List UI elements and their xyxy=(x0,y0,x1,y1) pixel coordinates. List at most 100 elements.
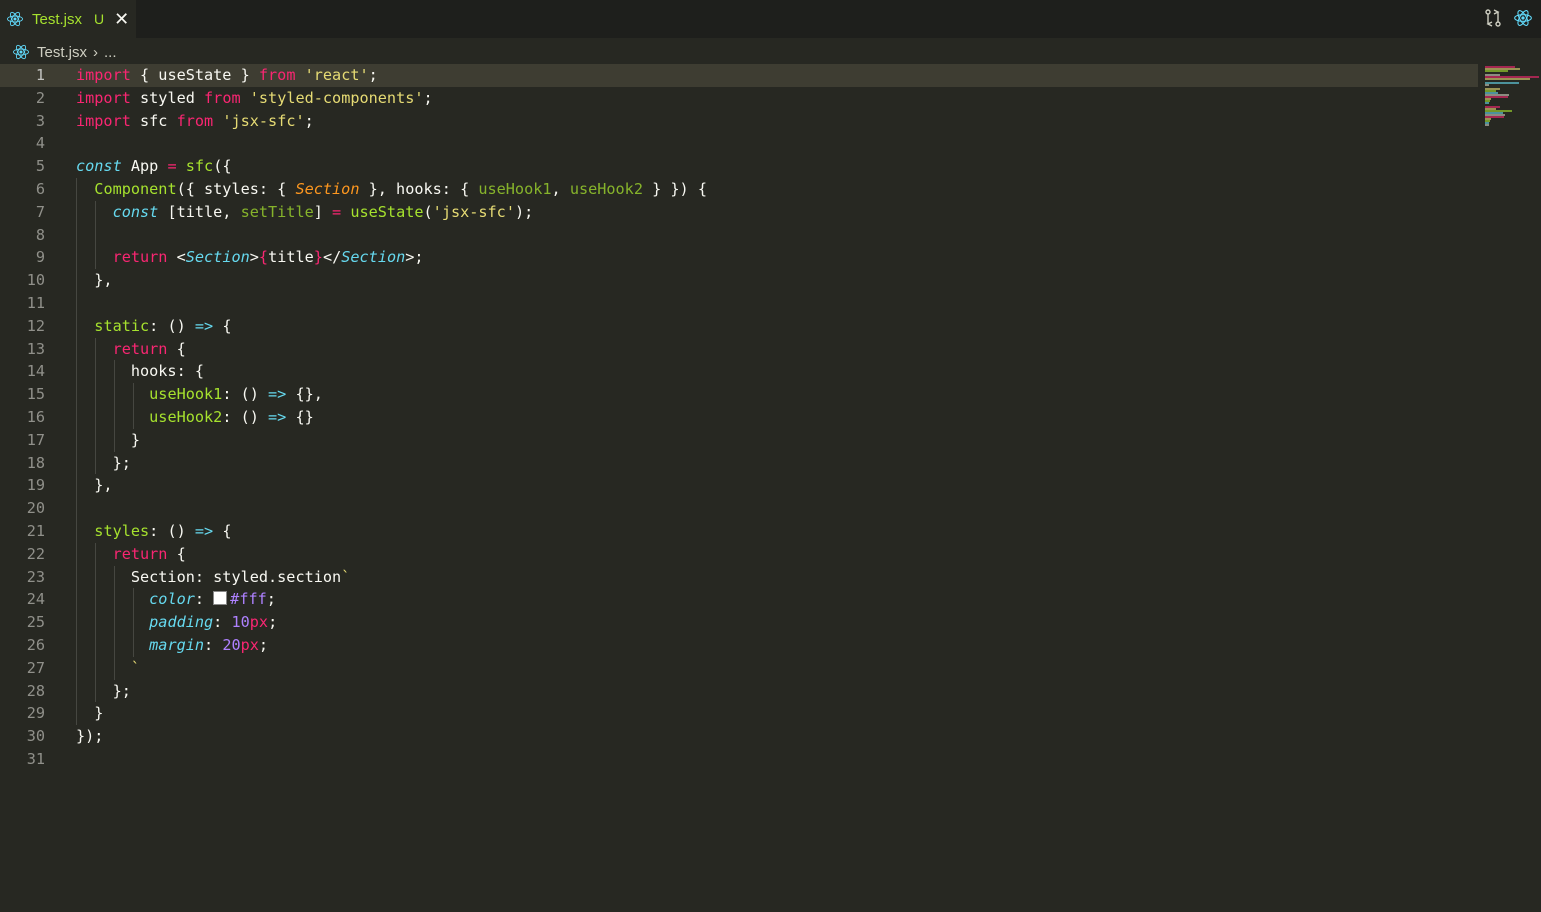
react-icon xyxy=(7,11,23,27)
code-token: useHook2 xyxy=(149,408,223,426)
breadcrumb-more[interactable]: ... xyxy=(104,44,117,61)
code-token: 'jsx-sfc' xyxy=(222,111,305,130)
line-code: return { xyxy=(76,338,186,361)
code-token: Section xyxy=(185,248,250,267)
color-swatch[interactable] xyxy=(213,591,228,606)
code-token: Component xyxy=(94,180,177,198)
code-line[interactable]: 18 }; xyxy=(0,452,1478,475)
code-token: : () xyxy=(222,408,269,426)
react-icon[interactable] xyxy=(1513,8,1533,28)
code-token: } xyxy=(642,180,662,198)
close-icon[interactable]: ✕ xyxy=(114,10,129,28)
breadcrumb: Test.jsx › ... xyxy=(0,38,1541,66)
code-line[interactable]: 9 return <Section>{title}</Section>; xyxy=(0,246,1478,269)
line-number: 31 xyxy=(26,750,45,768)
code-token: import xyxy=(76,88,131,107)
code-line[interactable]: 25 padding: 10px; xyxy=(0,611,1478,634)
code-token: sfc xyxy=(185,157,214,176)
indent-guide xyxy=(114,565,115,680)
code-token: const xyxy=(112,202,159,221)
code-token: return xyxy=(112,248,168,267)
code-line[interactable]: 19 }, xyxy=(0,474,1478,497)
indent-guide xyxy=(76,178,77,726)
code-line[interactable]: 22 return { xyxy=(0,543,1478,566)
line-number: 13 xyxy=(26,339,45,358)
line-number: 19 xyxy=(26,476,45,495)
line-code: }; xyxy=(76,680,131,703)
line-code: return <Section>{title}</Section>; xyxy=(76,246,424,269)
line-code: import { useState } from 'react'; xyxy=(76,64,378,87)
code-token: Section xyxy=(341,248,406,267)
indent-guide xyxy=(95,200,96,270)
code-line[interactable]: 20 xyxy=(0,497,1478,520)
code-line[interactable]: 10 }, xyxy=(0,269,1478,292)
code-line[interactable]: 2 import styled from 'styled-components'; xyxy=(0,87,1478,110)
code-token: }; xyxy=(76,681,131,700)
code-line[interactable]: 12 static: () => { xyxy=(0,315,1478,338)
line-code: const [title, setTitle] = useState('jsx-… xyxy=(76,201,534,224)
code-token: useState xyxy=(350,202,424,221)
code-token: Section: styled.section xyxy=(76,567,342,586)
code-token: useHook1 xyxy=(149,385,223,404)
line-number: 24 xyxy=(26,590,45,609)
code-line[interactable]: 4 xyxy=(0,132,1478,155)
code-line[interactable]: 24 color: #fff; xyxy=(0,588,1478,611)
code-line[interactable]: 31 xyxy=(0,748,1478,771)
minimap-line xyxy=(1485,84,1489,86)
code-line[interactable]: 29 } xyxy=(0,702,1478,725)
minimap[interactable] xyxy=(1481,64,1541,134)
breadcrumb-file[interactable]: Test.jsx xyxy=(37,44,87,61)
code-token: ({ styles: { xyxy=(176,180,296,198)
code-token: from xyxy=(176,111,214,130)
line-number: 1 xyxy=(35,66,45,84)
code-token: => xyxy=(268,408,287,426)
code-token: }; xyxy=(76,453,131,472)
code-token: : xyxy=(194,590,214,609)
code-token: ; xyxy=(268,613,278,632)
source-control-compare-icon[interactable] xyxy=(1483,8,1503,28)
indent-guide xyxy=(133,383,134,429)
code-token: { xyxy=(167,544,186,563)
code-line[interactable]: 1 import { useState } from 'react'; xyxy=(0,64,1478,87)
code-line[interactable]: 14 hooks: { xyxy=(0,360,1478,383)
code-line[interactable]: 21 styles: () => { xyxy=(0,520,1478,543)
code-line[interactable]: 30}); xyxy=(0,725,1478,748)
code-line[interactable]: 16 useHook2: () => {} xyxy=(0,406,1478,429)
code-token: 'react' xyxy=(304,66,369,84)
code-line[interactable]: 15 useHook1: () => {}, xyxy=(0,383,1478,406)
code-token: { xyxy=(167,339,186,358)
line-number: 11 xyxy=(26,294,45,312)
tab-test-jsx[interactable]: Test.jsx U ✕ xyxy=(0,0,136,38)
code-token: > xyxy=(249,248,259,267)
code-line[interactable]: 6 Component({ styles: { Section }, hooks… xyxy=(0,178,1478,201)
code-line[interactable]: 17 } xyxy=(0,429,1478,452)
code-line[interactable]: 28 }; xyxy=(0,680,1478,703)
code-editor[interactable]: 1 import { useState } from 'react'; 2 impor… xyxy=(0,64,1480,912)
code-token: title xyxy=(268,248,314,267)
code-line[interactable]: 3 import sfc from 'jsx-sfc'; xyxy=(0,110,1478,133)
code-line[interactable]: 26 margin: 20px; xyxy=(0,634,1478,657)
code-token: : xyxy=(213,613,232,632)
code-token: }, hooks: { xyxy=(359,180,479,198)
code-line[interactable]: 23 Section: styled.section` xyxy=(0,566,1478,589)
code-line[interactable]: 27 ` xyxy=(0,657,1478,680)
code-line[interactable]: 5 const App = sfc({ xyxy=(0,155,1478,178)
minimap-line xyxy=(1485,82,1520,84)
code-token: 'styled-components' xyxy=(249,88,424,107)
editor-actions xyxy=(1483,8,1533,28)
code-token: import xyxy=(76,111,131,130)
code-line[interactable]: 13 return { xyxy=(0,338,1478,361)
code-token: }, xyxy=(76,476,113,495)
line-number: 18 xyxy=(26,453,45,472)
tab-file-name: Test.jsx xyxy=(32,10,83,28)
code-line[interactable]: 11 xyxy=(0,292,1478,315)
code-line[interactable]: 7 const [title, setTitle] = useState('js… xyxy=(0,201,1478,224)
code-line[interactable]: 8 xyxy=(0,224,1478,247)
